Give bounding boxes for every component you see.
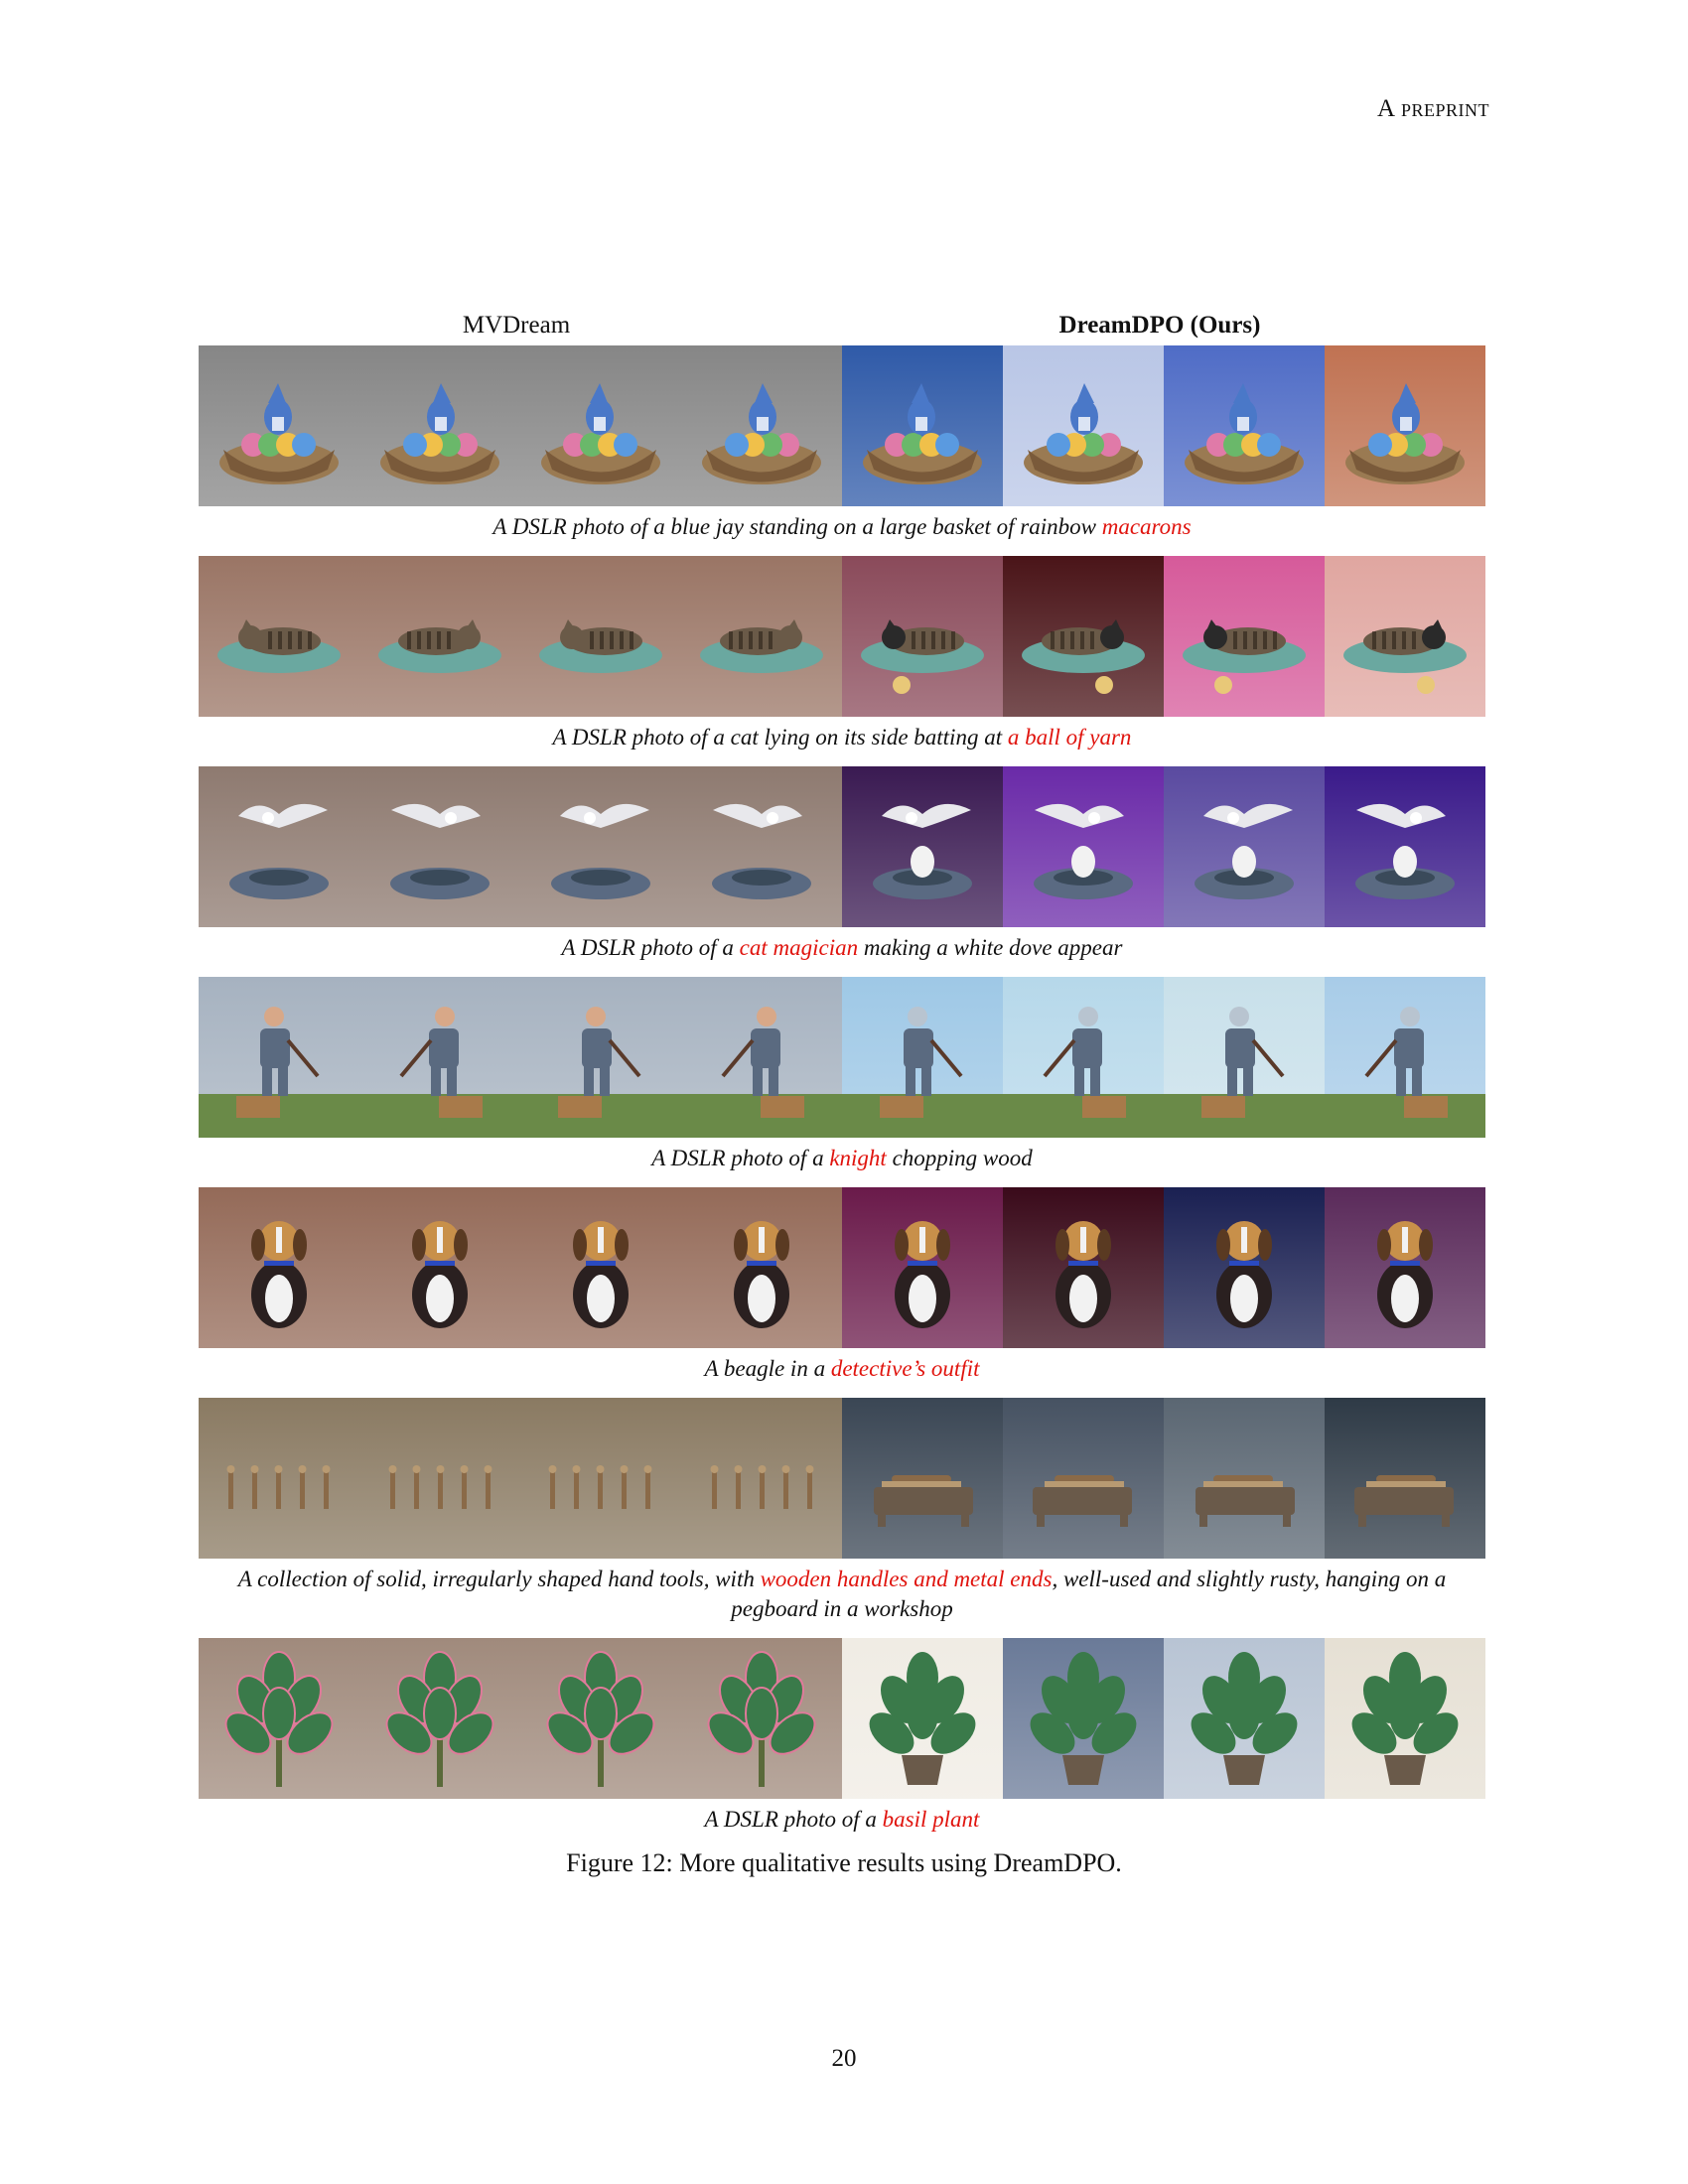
- page-number: 20: [831, 2045, 857, 2072]
- dreamdpo-render: [1325, 1398, 1485, 1559]
- row-caption: A DSLR photo of a blue jay standing on a…: [199, 512, 1485, 542]
- mvdream-render: [681, 556, 842, 717]
- dreamdpo-render: [1003, 1398, 1164, 1559]
- mvdream-render: [199, 345, 359, 506]
- mvdream-render: [359, 977, 520, 1138]
- dreamdpo-render: [1003, 977, 1164, 1138]
- dreamdpo-render: [842, 345, 1003, 506]
- dreamdpo-render: [842, 766, 1003, 927]
- mvdream-render: [199, 977, 359, 1138]
- figure-caption: Figure 12: More qualitative results usin…: [566, 1848, 1122, 1877]
- dreamdpo-render: [842, 1187, 1003, 1348]
- image-strip: [199, 1398, 1485, 1559]
- dreamdpo-render: [842, 1638, 1003, 1799]
- mvdream-render: [681, 977, 842, 1138]
- dreamdpo-render: [1164, 1187, 1325, 1348]
- row-caption: A DSLR photo of a cat magician making a …: [199, 933, 1485, 963]
- caption-highlight: macarons: [1101, 514, 1192, 539]
- dreamdpo-render: [1003, 556, 1164, 717]
- caption-highlight: detective’s outfit: [830, 1356, 980, 1381]
- image-strip: [199, 977, 1485, 1138]
- dreamdpo-render: [1164, 977, 1325, 1138]
- mvdream-render: [359, 1638, 520, 1799]
- caption-text: A beagle in a: [704, 1356, 831, 1381]
- mvdream-render: [199, 556, 359, 717]
- dreamdpo-render: [842, 977, 1003, 1138]
- row-caption: A DSLR photo of a basil plant: [199, 1805, 1485, 1835]
- dreamdpo-render: [1164, 345, 1325, 506]
- caption-text: A DSLR photo of a: [561, 935, 740, 960]
- row-caption: A DSLR photo of a cat lying on its side …: [199, 723, 1485, 752]
- dreamdpo-render: [1325, 556, 1485, 717]
- mvdream-render: [359, 1398, 520, 1559]
- caption-text: A DSLR photo of a: [704, 1807, 883, 1832]
- dreamdpo-render: [1164, 766, 1325, 927]
- caption-highlight: a ball of yarn: [1007, 725, 1132, 750]
- dreamdpo-render: [1003, 766, 1164, 927]
- qualitative-results-figure: A DSLR photo of a blue jay standing on a…: [199, 345, 1485, 1848]
- mvdream-render: [359, 345, 520, 506]
- result-row: A DSLR photo of a basil plant: [199, 1638, 1485, 1835]
- row-caption: A beagle in a detective’s outfit: [199, 1354, 1485, 1384]
- mvdream-render: [520, 556, 681, 717]
- dreamdpo-render: [1325, 766, 1485, 927]
- caption-highlight: basil plant: [882, 1807, 980, 1832]
- mvdream-render: [520, 766, 681, 927]
- image-strip: [199, 556, 1485, 717]
- caption-highlight: wooden handles and metal ends: [760, 1567, 1053, 1591]
- mvdream-render: [359, 1187, 520, 1348]
- mvdream-render: [681, 1638, 842, 1799]
- result-row: A DSLR photo of a cat magician making a …: [199, 766, 1485, 963]
- image-strip: [199, 766, 1485, 927]
- result-row: A DSLR photo of a knight chopping wood: [199, 977, 1485, 1173]
- result-row: A collection of solid, irregularly shape…: [199, 1398, 1485, 1624]
- mvdream-render: [199, 1398, 359, 1559]
- result-row: A DSLR photo of a cat lying on its side …: [199, 556, 1485, 752]
- dreamdpo-render: [842, 556, 1003, 717]
- image-strip: [199, 1638, 1485, 1799]
- mvdream-render: [520, 1398, 681, 1559]
- column-header-dreamdpo: DreamDPO (Ours): [1058, 312, 1261, 339]
- mvdream-render: [681, 345, 842, 506]
- dreamdpo-render: [842, 1398, 1003, 1559]
- image-strip: [199, 345, 1485, 506]
- mvdream-render: [681, 766, 842, 927]
- dreamdpo-render: [1164, 1398, 1325, 1559]
- mvdream-render: [681, 1187, 842, 1348]
- dreamdpo-render: [1325, 1638, 1485, 1799]
- mvdream-render: [520, 977, 681, 1138]
- mvdream-render: [199, 1187, 359, 1348]
- dreamdpo-render: [1003, 1187, 1164, 1348]
- mvdream-render: [359, 556, 520, 717]
- caption-text: A DSLR photo of a cat lying on its side …: [552, 725, 1008, 750]
- caption-highlight: cat magician: [739, 935, 859, 960]
- caption-text: A collection of solid, irregularly shape…: [237, 1567, 761, 1591]
- row-caption: A DSLR photo of a knight chopping wood: [199, 1144, 1485, 1173]
- mvdream-render: [199, 1638, 359, 1799]
- dreamdpo-render: [1325, 1187, 1485, 1348]
- dreamdpo-render: [1164, 556, 1325, 717]
- mvdream-render: [520, 1638, 681, 1799]
- mvdream-render: [520, 345, 681, 506]
- caption-text: A DSLR photo of a blue jay standing on a…: [492, 514, 1102, 539]
- running-head: A preprint: [1377, 95, 1489, 122]
- mvdream-render: [681, 1398, 842, 1559]
- column-header-mvdream: MVDream: [462, 312, 571, 339]
- caption-text: A DSLR photo of a: [651, 1146, 830, 1170]
- image-strip: [199, 1187, 1485, 1348]
- result-row: A beagle in a detective’s outfit: [199, 1187, 1485, 1384]
- caption-text: making a white dove appear: [858, 935, 1123, 960]
- dreamdpo-render: [1003, 1638, 1164, 1799]
- dreamdpo-render: [1325, 977, 1485, 1138]
- mvdream-render: [359, 766, 520, 927]
- mvdream-render: [199, 766, 359, 927]
- result-row: A DSLR photo of a blue jay standing on a…: [199, 345, 1485, 542]
- dreamdpo-render: [1164, 1638, 1325, 1799]
- row-caption: A collection of solid, irregularly shape…: [199, 1565, 1485, 1624]
- dreamdpo-render: [1003, 345, 1164, 506]
- mvdream-render: [520, 1187, 681, 1348]
- dreamdpo-render: [1325, 345, 1485, 506]
- caption-highlight: knight: [829, 1146, 887, 1170]
- caption-text: chopping wood: [886, 1146, 1033, 1170]
